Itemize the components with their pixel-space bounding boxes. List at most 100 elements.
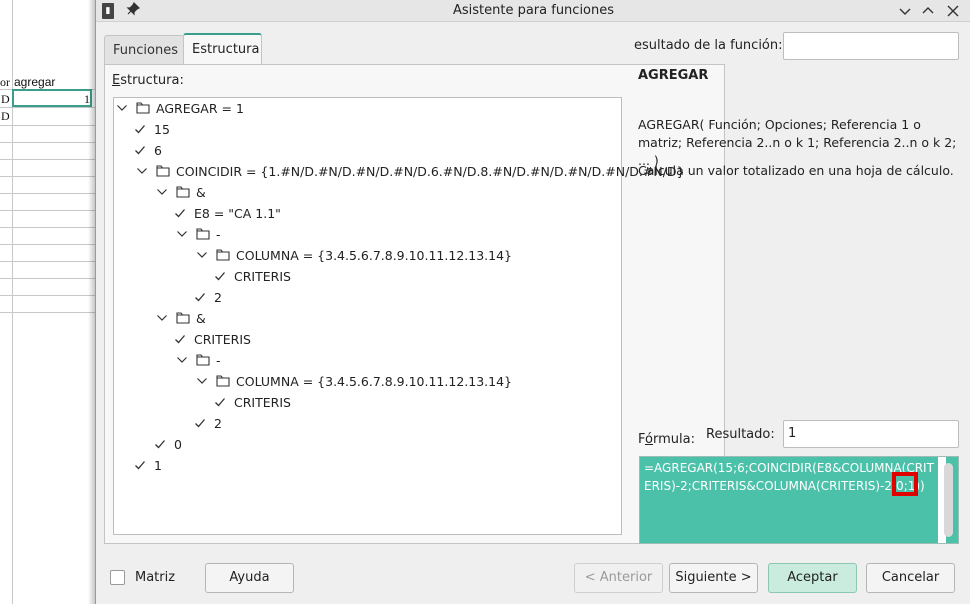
chevron-down-icon[interactable] [896,2,914,20]
previous-button[interactable]: < Anterior [574,563,663,593]
sheet-header-agregar: agregar [14,75,56,89]
tree-node-label: 6 [154,143,162,158]
checkmark-icon [134,140,150,161]
tree-node-label: & [196,311,206,326]
sheet-selected-cell[interactable] [12,89,92,107]
sheet-row-divider [0,227,96,228]
structure-label: Estructura: [112,73,184,88]
formula-text[interactable]: =AGREGAR(15;6;COINCIDIR(E8&COLUMNA(CRITE… [644,459,934,495]
checkmark-icon [194,413,210,434]
structure-label-mnemonic: E [112,73,121,88]
tree-node[interactable]: 1 [134,455,162,476]
tree-node-label: - [216,353,221,368]
function-description: Calcula un valor totalizado en una hoja … [638,163,954,178]
chevron-up-icon[interactable] [919,2,937,20]
tree-node-label: 2 [214,290,222,305]
tree-node[interactable]: CRITERIS [214,266,291,287]
tree-node[interactable]: 0 [154,434,182,455]
sheet-row-divider [0,107,96,108]
formula-editor[interactable]: =AGREGAR(15;6;COINCIDIR(E8&COLUMNA(CRITE… [639,456,959,544]
sheet-row-divider [0,261,96,262]
checkmark-icon [134,119,150,140]
tree-node[interactable]: 15 [134,119,170,140]
sheet-row-divider [0,278,96,279]
cancel-button[interactable]: Cancelar [866,563,955,593]
tree-node[interactable]: & [156,308,206,329]
structure-panel: Estructura: AGREGAR = 1 15 6 COINCIDIR = {1… [104,64,725,544]
cursor-highlight-box [892,472,918,496]
folder-icon [196,224,212,245]
tree-node[interactable]: COINCIDIR = {1.#N/D.#N/D.#N/D.#N/D.6.#N/… [136,161,685,182]
sheet-row-divider [0,312,96,313]
spreadsheet-background: or agregar D D 1 [0,0,96,604]
matriz-label: Matriz [135,570,176,585]
tree-node[interactable]: AGREGAR = 1 [116,98,244,119]
function-wizard-dialog: ▮ Asistente para funciones Funciones Est… [95,0,970,604]
folder-icon [176,308,192,329]
checkmark-icon [174,203,190,224]
tree-node-label: CRITERIS [194,332,251,347]
title-bar[interactable]: ▮ Asistente para funciones [96,0,970,22]
folder-icon [216,371,232,392]
sheet-row-divider [0,125,96,126]
chevron-down-icon[interactable] [116,98,130,119]
tree-node[interactable]: & [156,182,206,203]
checkmark-icon [194,287,210,308]
tree-node[interactable]: 6 [134,140,162,161]
tree-node[interactable]: COLUMNA = {3.4.5.6.7.8.9.10.11.12.13.14} [196,245,512,266]
close-icon[interactable] [944,2,962,20]
folder-icon [156,161,172,182]
sheet-row-divider [0,210,96,211]
chevron-down-icon[interactable] [136,161,150,182]
chevron-down-icon[interactable] [196,245,210,266]
chevron-down-icon[interactable] [176,224,190,245]
checkmark-icon [174,329,190,350]
window-title: Asistente para funciones [452,3,615,18]
structure-tree[interactable]: AGREGAR = 1 15 6 COINCIDIR = {1.#N/D.#N/D.#… [113,97,685,535]
formula-label-mnemonic: ó [645,432,653,447]
tree-node[interactable]: 2 [194,413,222,434]
sheet-row-divider [0,295,96,296]
checkmark-icon [134,455,150,476]
tree-node[interactable]: - [176,224,221,245]
checkmark-icon [154,434,170,455]
sheet-header-fragment: or [0,75,10,89]
chevron-down-icon[interactable] [156,308,170,329]
checkmark-icon [214,392,230,413]
tree-node-label: AGREGAR = 1 [156,101,244,116]
tree-node[interactable]: CRITERIS [214,392,291,413]
sheet-cell[interactable]: D [1,92,10,107]
tab-estructura[interactable]: Estructura [183,33,262,65]
tree-node-label: CRITERIS [234,395,291,410]
chevron-down-icon[interactable] [176,350,190,371]
sheet-row-divider [0,193,96,194]
chevron-down-icon[interactable] [156,182,170,203]
formula-label: Fórmula: [638,432,695,447]
tree-node-label: 1 [154,458,162,473]
tree-node[interactable]: - [176,350,221,371]
sheet-row-divider [0,159,96,160]
tab-funciones[interactable]: Funciones [104,35,184,65]
folder-icon [196,350,212,371]
tree-node[interactable]: E8 = "CA 1.1" [174,203,281,224]
function-syntax: AGREGAR( Función; Opciones; Referencia 1… [638,117,957,168]
ok-button[interactable]: Aceptar [768,563,857,593]
tree-node[interactable]: CRITERIS [174,329,251,350]
tree-node-label: & [196,185,206,200]
folder-icon [216,245,232,266]
tree-node[interactable]: COLUMNA = {3.4.5.6.7.8.9.10.11.12.13.14} [196,371,512,392]
tree-node[interactable]: 2 [194,287,222,308]
sheet-cell[interactable]: D [1,109,10,124]
help-button[interactable]: Ayuda [205,563,294,593]
tree-node-label: CRITERIS [234,269,291,284]
next-button[interactable]: Siguiente > [669,563,758,593]
checkmark-icon [214,266,230,287]
chevron-down-icon[interactable] [196,371,210,392]
formula-scrollbar[interactable] [944,463,953,537]
function-result-label: esultado de la función: [634,38,783,53]
tree-node-label: 15 [154,122,170,137]
folder-icon [136,98,152,119]
sheet-row-divider [0,176,96,177]
tree-node-label: COINCIDIR = {1.#N/D.#N/D.#N/D.#N/D.6.#N/… [176,164,685,179]
matriz-checkbox[interactable] [110,570,125,585]
